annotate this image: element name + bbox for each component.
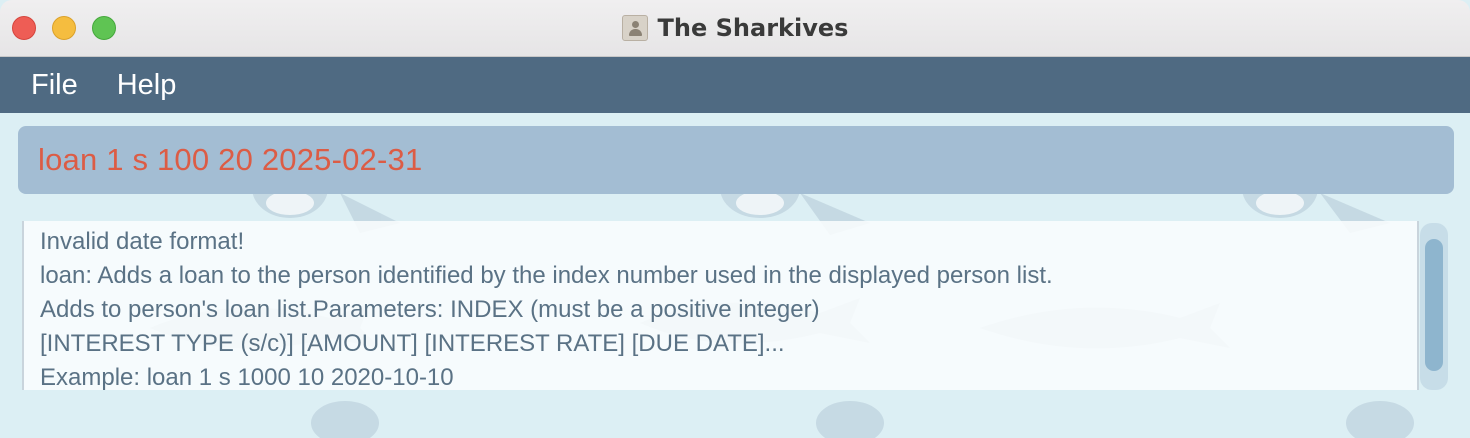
result-scrollbar-track[interactable] [1420, 223, 1448, 390]
menu-bar: File Help [0, 57, 1470, 113]
result-line: [INTEREST TYPE (s/c)] [AMOUNT] [INTEREST… [40, 330, 785, 357]
app-window: The Sharkives File Help loan 1 s 100 20 … [0, 0, 1470, 438]
command-input-box[interactable]: loan 1 s 100 20 2025-02-31 [18, 126, 1454, 194]
menu-help[interactable]: Help [97, 69, 196, 102]
menu-file[interactable]: File [0, 69, 97, 102]
contacts-app-icon [621, 15, 648, 41]
result-scrollbar-thumb[interactable] [1425, 239, 1443, 371]
result-line: loan: Adds a loan to the person identifi… [40, 262, 1053, 289]
window-title: The Sharkives [657, 14, 849, 42]
result-display[interactable]: Invalid date format! loan: Adds a loan t… [22, 221, 1419, 390]
result-line: Invalid date format! [40, 228, 245, 255]
result-line: Adds to person's loan list.Parameters: I… [40, 296, 820, 323]
title-group: The Sharkives [0, 0, 1470, 56]
result-line: Example: loan 1 s 1000 10 2020-10-10 [40, 364, 454, 390]
title-bar[interactable]: The Sharkives [0, 0, 1470, 57]
command-input[interactable]: loan 1 s 100 20 2025-02-31 [38, 142, 422, 178]
